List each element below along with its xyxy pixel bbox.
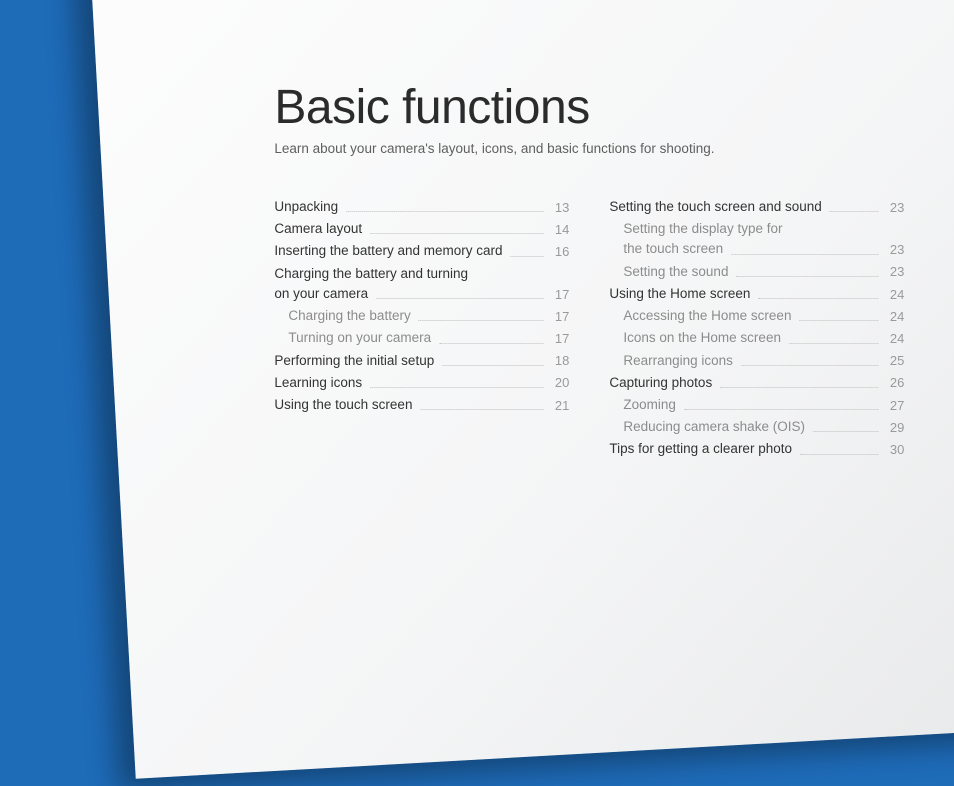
page-title: Basic functions bbox=[274, 80, 904, 135]
toc-label: Setting the sound bbox=[623, 263, 732, 281]
toc-entry-line1: Charging the battery and turning bbox=[274, 265, 569, 283]
toc-entry[interactable]: Setting the touch screen and sound 23 bbox=[609, 198, 904, 216]
toc-entry[interactable]: Turning on your camera 17 bbox=[274, 329, 569, 347]
toc-entry-line1: Setting the display type for bbox=[609, 220, 904, 238]
toc-leader bbox=[370, 387, 543, 388]
toc-label: on your camera bbox=[274, 285, 372, 303]
document-page: Basic functions Learn about your camera'… bbox=[90, 0, 954, 779]
toc-page: 25 bbox=[882, 352, 904, 370]
toc-page: 30 bbox=[882, 441, 904, 459]
toc-page: 23 bbox=[882, 241, 904, 259]
toc-page: 24 bbox=[882, 330, 904, 348]
toc-leader bbox=[370, 233, 543, 234]
toc-page: 23 bbox=[882, 199, 904, 217]
toc-leader bbox=[684, 409, 878, 410]
toc-label: Performing the initial setup bbox=[274, 351, 438, 369]
toc-column-right: Setting the touch screen and sound23Sett… bbox=[609, 194, 904, 461]
toc-page: 17 bbox=[547, 330, 569, 348]
toc-leader bbox=[731, 254, 878, 255]
toc-entry-line2[interactable]: the touch screen 23 bbox=[609, 240, 904, 258]
toc-page: 17 bbox=[547, 308, 569, 326]
toc-label: Learning icons bbox=[274, 374, 366, 392]
toc-label: Capturing photos bbox=[609, 374, 716, 392]
toc-label: Setting the touch screen and sound bbox=[609, 198, 825, 216]
toc-page: 16 bbox=[547, 243, 569, 261]
toc-entry[interactable]: Learning icons 20 bbox=[274, 374, 569, 392]
toc-page: 14 bbox=[547, 221, 569, 239]
toc-leader bbox=[758, 298, 878, 299]
toc-leader bbox=[800, 454, 878, 455]
toc-entry[interactable]: Using the Home screen 24 bbox=[609, 285, 904, 303]
toc-label: Camera layout bbox=[274, 220, 366, 238]
toc-entry[interactable]: Rearranging icons 25 bbox=[609, 351, 904, 369]
toc-page: 17 bbox=[547, 286, 569, 304]
toc-leader bbox=[346, 211, 543, 212]
toc-leader bbox=[830, 211, 879, 212]
toc-leader bbox=[442, 365, 543, 366]
toc-label: the touch screen bbox=[623, 240, 727, 258]
toc-leader bbox=[736, 276, 878, 277]
toc-leader bbox=[376, 298, 543, 299]
toc-label: Accessing the Home screen bbox=[623, 307, 795, 325]
toc-columns: Unpacking 13 Camera layout 14 Inserting the … bbox=[274, 194, 904, 461]
toc-label: Turning on your camera bbox=[288, 329, 435, 347]
content-area: Basic functions Learn about your camera'… bbox=[274, 80, 904, 461]
toc-leader bbox=[439, 342, 543, 343]
toc-leader bbox=[510, 256, 543, 257]
toc-label: Reducing camera shake (OIS) bbox=[623, 418, 809, 436]
toc-label: Setting the display type for bbox=[623, 220, 786, 238]
toc-leader bbox=[741, 365, 878, 366]
toc-leader bbox=[420, 409, 543, 410]
toc-page: 18 bbox=[547, 352, 569, 370]
toc-entry[interactable]: Unpacking 13 bbox=[274, 198, 569, 216]
toc-page: 27 bbox=[882, 397, 904, 415]
toc-label: Charging the battery bbox=[288, 307, 414, 325]
toc-entry[interactable]: Tips for getting a clearer photo 30 bbox=[609, 440, 904, 458]
toc-leader bbox=[799, 320, 878, 321]
toc-label: Charging the battery and turning bbox=[274, 265, 472, 283]
background: Basic functions Learn about your camera'… bbox=[0, 0, 954, 720]
toc-page: 20 bbox=[547, 374, 569, 392]
toc-entry[interactable]: Camera layout 14 bbox=[274, 220, 569, 238]
toc-entry[interactable]: Accessing the Home screen 24 bbox=[609, 307, 904, 325]
toc-label: Tips for getting a clearer photo bbox=[609, 440, 796, 458]
toc-page: 29 bbox=[882, 419, 904, 437]
toc-entry[interactable]: Performing the initial setup 18 bbox=[274, 351, 569, 369]
toc-label: Using the Home screen bbox=[609, 285, 754, 303]
toc-leader bbox=[813, 431, 878, 432]
toc-leader bbox=[789, 342, 878, 343]
toc-leader bbox=[419, 320, 544, 321]
toc-page: 13 bbox=[547, 199, 569, 217]
toc-entry[interactable]: Zooming 27 bbox=[609, 396, 904, 414]
toc-entry[interactable]: Reducing camera shake (OIS) 29 bbox=[609, 418, 904, 436]
toc-label: Zooming bbox=[623, 396, 680, 414]
toc-entry[interactable]: Capturing photos 26 bbox=[609, 374, 904, 392]
toc-page: 24 bbox=[882, 308, 904, 326]
toc-entry[interactable]: Inserting the battery and memory card 16 bbox=[274, 242, 569, 260]
toc-page: 21 bbox=[547, 397, 569, 415]
toc-entry[interactable]: Using the touch screen 21 bbox=[274, 396, 569, 414]
toc-entry[interactable]: Icons on the Home screen 24 bbox=[609, 329, 904, 347]
toc-page: 26 bbox=[882, 374, 904, 392]
toc-entry[interactable]: Charging the battery 17 bbox=[274, 307, 569, 325]
toc-label: Icons on the Home screen bbox=[623, 329, 785, 347]
toc-entry[interactable]: Setting the sound 23 bbox=[609, 263, 904, 281]
toc-entry-line2[interactable]: on your camera 17 bbox=[274, 285, 569, 303]
toc-label: Using the touch screen bbox=[274, 396, 416, 414]
page-content: Basic functions Learn about your camera'… bbox=[2, 5, 954, 725]
toc-label: Unpacking bbox=[274, 198, 342, 216]
toc-page: 24 bbox=[882, 286, 904, 304]
toc-page: 23 bbox=[882, 263, 904, 281]
page-subtitle: Learn about your camera's layout, icons,… bbox=[274, 141, 904, 156]
toc-column-left: Unpacking 13 Camera layout 14 Inserting the … bbox=[274, 194, 569, 461]
toc-label: Rearranging icons bbox=[623, 351, 737, 369]
toc-leader bbox=[720, 387, 878, 388]
toc-label: Inserting the battery and memory card bbox=[274, 242, 506, 260]
